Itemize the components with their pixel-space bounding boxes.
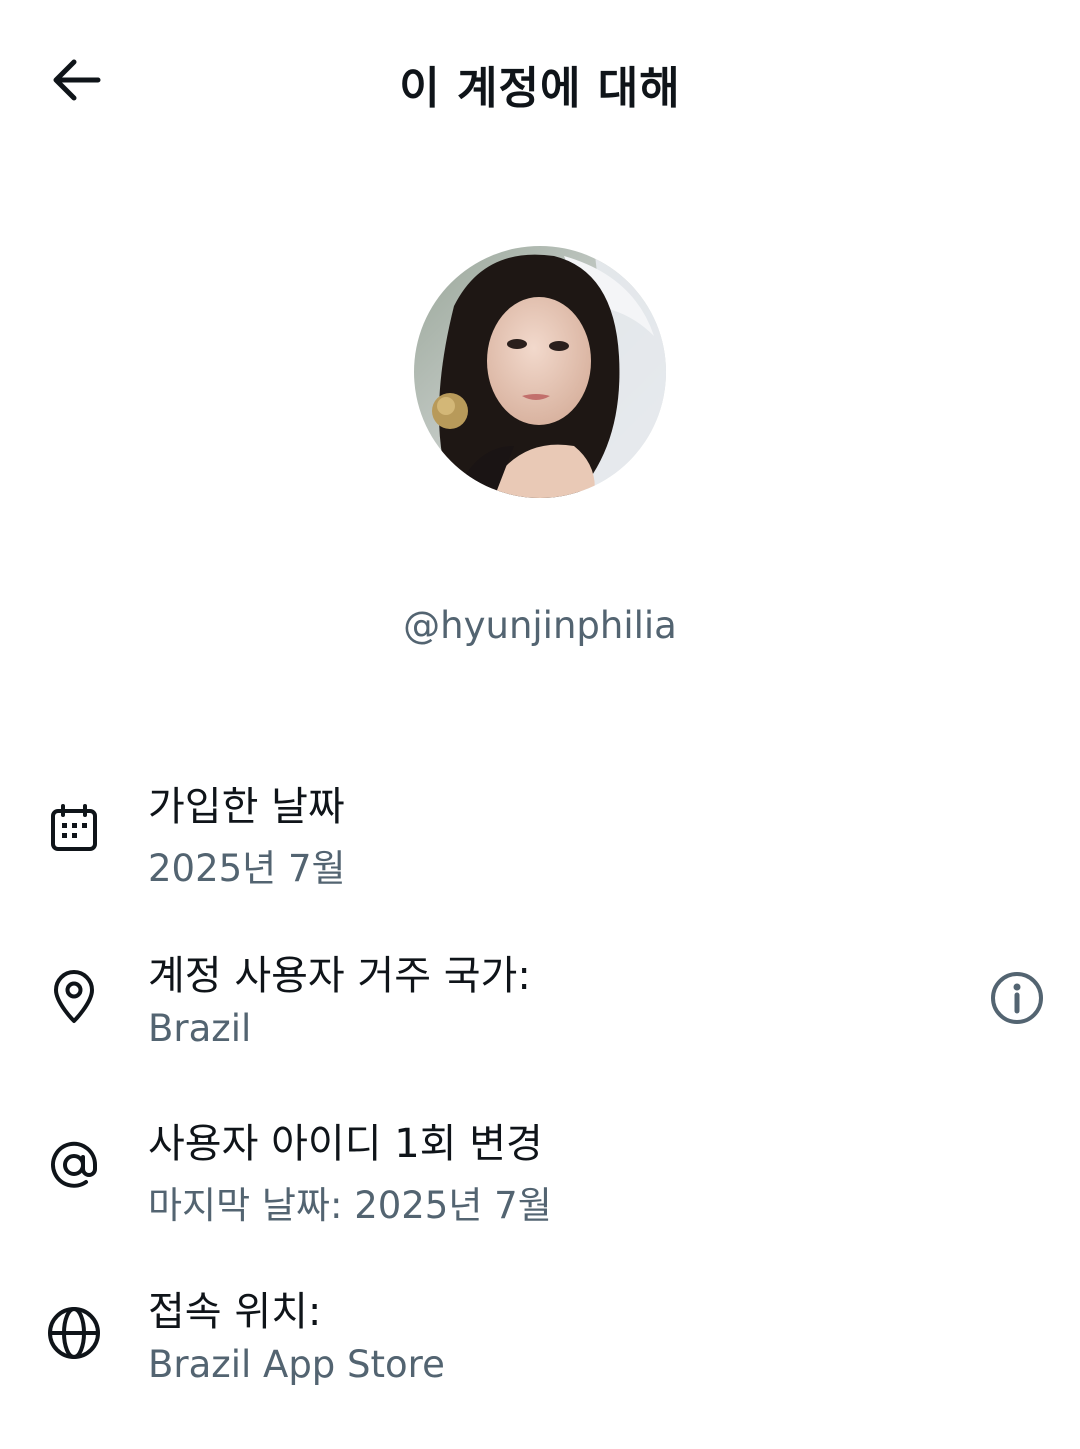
globe-icon [44,1303,104,1363]
row-subtitle: Brazil App Store [148,1343,445,1386]
about-account-page: 이 계정에 대해 @hyunjinphilia 가입한 날짜 2025년 7월 … [0,0,1080,1449]
location-pin-icon [44,967,104,1027]
avatar [414,246,666,498]
country-info-button[interactable] [986,967,1048,1029]
row-joined-date: 가입한 날짜 2025년 7월 [0,774,1080,894]
row-username-change: 사용자 아이디 1회 변경 마지막 날짜: 2025년 7월 [0,1111,1080,1231]
row-access-location: 접속 위치: Brazil App Store [0,1279,1080,1399]
avatar-image [414,246,666,498]
calendar-icon [44,798,104,858]
row-country: 계정 사용자 거주 국가: Brazil [0,943,1080,1063]
header: 이 계정에 대해 [0,0,1080,160]
username-handle: @hyunjinphilia [403,604,677,647]
info-circle-icon [991,972,1043,1024]
row-title: 사용자 아이디 1회 변경 [148,1121,543,1167]
page-title: 이 계정에 대해 [399,63,681,114]
row-title: 접속 위치: [148,1289,322,1335]
at-sign-icon [44,1135,104,1195]
row-subtitle: 2025년 7월 [148,847,346,890]
row-subtitle: Brazil [148,1007,252,1050]
row-title: 계정 사용자 거주 국가: [148,953,531,999]
row-subtitle: 마지막 날짜: 2025년 7월 [148,1184,552,1227]
row-title: 가입한 날짜 [148,784,345,830]
